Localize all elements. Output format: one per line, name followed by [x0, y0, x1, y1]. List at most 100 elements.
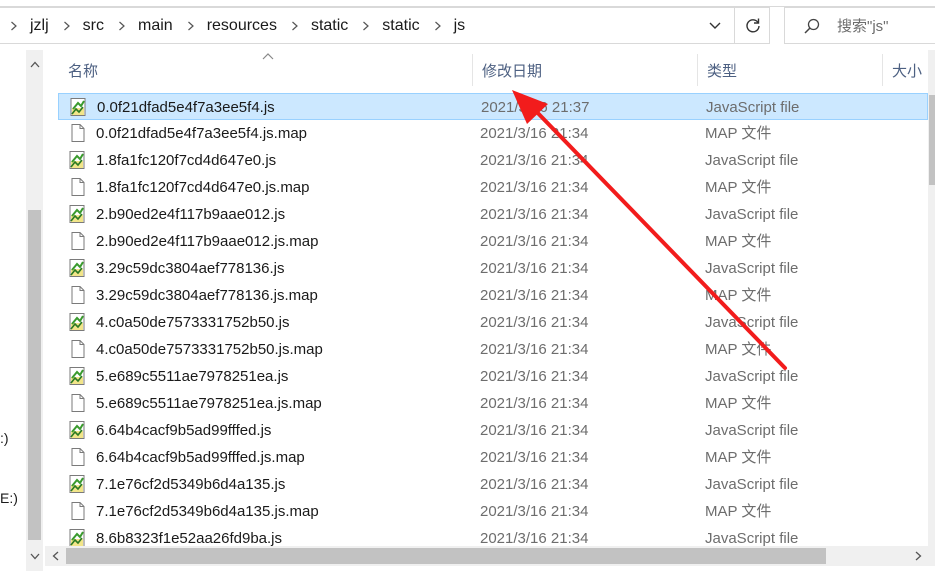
file-date: 2021/3/16 21:34 [480, 125, 589, 142]
file-type: JavaScript file [705, 368, 799, 385]
file-row[interactable]: 7.1e76cf2d5349b6d4a135.js 2021/3/16 21:34… [58, 471, 928, 498]
nav-drive-label[interactable]: :) [0, 430, 9, 446]
file-row[interactable]: 3.29c59dc3804aef778136.js.map 2021/3/16 2… [58, 282, 928, 309]
search-placeholder: 搜索"js" [837, 18, 889, 35]
breadcrumb-item[interactable]: static [378, 17, 423, 35]
chevron-down-icon [30, 553, 39, 559]
file-date: 2021/3/16 21:34 [480, 206, 589, 223]
blank-file-icon [68, 285, 88, 305]
file-name: 3.29c59dc3804aef778136.js.map [96, 287, 318, 304]
chevron-right-icon[interactable] [424, 21, 450, 31]
address-bar: jzlj src main resources static static js 搜索"js… [0, 0, 935, 50]
address-dropdown-button[interactable] [700, 8, 730, 43]
file-row[interactable]: 5.e689c5511ae7978251ea.js 2021/3/16 21:34… [58, 363, 928, 390]
refresh-button[interactable] [734, 8, 770, 43]
column-header-date[interactable]: 修改日期 [472, 50, 697, 90]
file-row[interactable]: 8.6b8323f1e52aa26fd9ba.js 2021/3/16 21:34… [58, 525, 928, 547]
navigation-scrollbar-thumb[interactable] [28, 210, 41, 540]
file-row[interactable]: 2.b90ed2e4f117b9aae012.js.map 2021/3/16 2… [58, 228, 928, 255]
chevron-right-icon [915, 551, 921, 561]
breadcrumb-item[interactable]: js [450, 17, 470, 35]
file-type: JavaScript file [706, 99, 800, 116]
file-name: 0.0f21dfad5e4f7a3ee5f4.js.map [96, 125, 308, 142]
chevron-left-icon [52, 551, 58, 561]
file-name: 2.b90ed2e4f117b9aae012.js.map [96, 233, 319, 250]
file-row[interactable]: 1.8fa1fc120f7cd4d647e0.js 2021/3/16 21:34… [58, 147, 928, 174]
vertical-scrollbar-thumb[interactable] [929, 95, 935, 185]
file-type: JavaScript file [705, 314, 799, 331]
file-type: JavaScript file [705, 206, 799, 223]
file-date: 2021/3/16 21:37 [481, 99, 590, 116]
file-type: MAP 文件 [705, 287, 772, 304]
column-header-type[interactable]: 类型 [697, 50, 882, 90]
navigation-scroll-up-button[interactable] [26, 54, 43, 74]
file-row[interactable]: 0.0f21dfad5e4f7a3ee5f4.js.map 2021/3/16 2… [58, 120, 928, 147]
file-name: 7.1e76cf2d5349b6d4a135.js.map [96, 503, 319, 520]
file-name: 4.c0a50de7573331752b50.js.map [96, 341, 323, 358]
file-list: 0.0f21dfad5e4f7a3ee5f4.js 2021/3/16 21:37… [58, 93, 928, 547]
horizontal-scrollbar-thumb[interactable] [66, 548, 826, 564]
file-type: MAP 文件 [705, 179, 772, 196]
chevron-up-icon [30, 61, 39, 67]
file-type: JavaScript file [705, 260, 799, 277]
file-date: 2021/3/16 21:34 [480, 449, 589, 466]
file-row[interactable]: 2.b90ed2e4f117b9aae012.js 2021/3/16 21:34… [58, 201, 928, 228]
breadcrumb-item[interactable]: main [134, 17, 177, 35]
javascript-file-icon [68, 258, 88, 278]
search-input[interactable]: 搜索"js" [784, 7, 935, 44]
file-date: 2021/3/16 21:34 [480, 233, 589, 250]
column-header-row: 名称 修改日期 类型 大小 [58, 50, 935, 90]
scroll-right-button[interactable] [908, 546, 928, 566]
file-name: 5.e689c5511ae7978251ea.js.map [96, 395, 322, 412]
javascript-file-icon [68, 204, 88, 224]
file-date: 2021/3/16 21:34 [480, 179, 589, 196]
file-type: MAP 文件 [705, 449, 772, 466]
file-date: 2021/3/16 21:34 [480, 287, 589, 304]
blank-file-icon [68, 339, 88, 359]
file-row[interactable]: 4.c0a50de7573331752b50.js.map 2021/3/16 2… [58, 336, 928, 363]
refresh-icon [745, 18, 760, 32]
breadcrumb-item[interactable]: static [307, 17, 352, 35]
file-row[interactable]: 4.c0a50de7573331752b50.js 2021/3/16 21:34… [58, 309, 928, 336]
file-type: MAP 文件 [705, 395, 772, 412]
file-name: 6.64b4cacf9b5ad99fffed.js.map [96, 449, 305, 466]
file-date: 2021/3/16 21:34 [480, 368, 589, 385]
file-row[interactable]: 6.64b4cacf9b5ad99fffed.js 2021/3/16 21:34… [58, 417, 928, 444]
sort-ascending-icon [262, 53, 274, 60]
nav-drive-label[interactable]: E:) [0, 490, 18, 506]
blank-file-icon [68, 393, 88, 413]
file-row[interactable]: 3.29c59dc3804aef778136.js 2021/3/16 21:34… [58, 255, 928, 282]
navigation-scroll-down-button[interactable] [26, 546, 43, 566]
file-name: 5.e689c5511ae7978251ea.js [96, 368, 289, 385]
file-name: 1.8fa1fc120f7cd4d647e0.js [96, 152, 277, 169]
chevron-right-icon[interactable] [53, 21, 79, 31]
chevron-down-icon [709, 22, 721, 29]
file-row[interactable]: 0.0f21dfad5e4f7a3ee5f4.js 2021/3/16 21:37… [58, 93, 928, 120]
scroll-left-button[interactable] [45, 546, 65, 566]
chevron-right-icon[interactable] [0, 21, 26, 31]
file-date: 2021/3/16 21:34 [480, 476, 589, 493]
file-row[interactable]: 1.8fa1fc120f7cd4d647e0.js.map 2021/3/16 2… [58, 174, 928, 201]
breadcrumb: jzlj src main resources static static js [0, 7, 469, 44]
blank-file-icon [68, 177, 88, 197]
file-date: 2021/3/16 21:34 [480, 530, 589, 547]
blank-file-icon [68, 123, 88, 143]
file-name: 6.64b4cacf9b5ad99fffed.js [96, 422, 272, 439]
chevron-right-icon[interactable] [281, 21, 307, 31]
file-date: 2021/3/16 21:34 [480, 395, 589, 412]
file-type: JavaScript file [705, 422, 799, 439]
breadcrumb-item[interactable]: src [79, 17, 108, 35]
file-row[interactable]: 5.e689c5511ae7978251ea.js.map 2021/3/16 2… [58, 390, 928, 417]
file-name: 7.1e76cf2d5349b6d4a135.js [96, 476, 286, 493]
chevron-right-icon[interactable] [108, 21, 134, 31]
javascript-file-icon [68, 150, 88, 170]
file-name: 0.0f21dfad5e4f7a3ee5f4.js [97, 99, 275, 116]
file-type: MAP 文件 [705, 503, 772, 520]
file-row[interactable]: 7.1e76cf2d5349b6d4a135.js.map 2021/3/16 2… [58, 498, 928, 525]
chevron-right-icon[interactable] [352, 21, 378, 31]
javascript-file-icon [68, 474, 88, 494]
breadcrumb-item[interactable]: jzlj [26, 17, 53, 35]
breadcrumb-item[interactable]: resources [203, 17, 281, 35]
file-row[interactable]: 6.64b4cacf9b5ad99fffed.js.map 2021/3/16 2… [58, 444, 928, 471]
chevron-right-icon[interactable] [177, 21, 203, 31]
